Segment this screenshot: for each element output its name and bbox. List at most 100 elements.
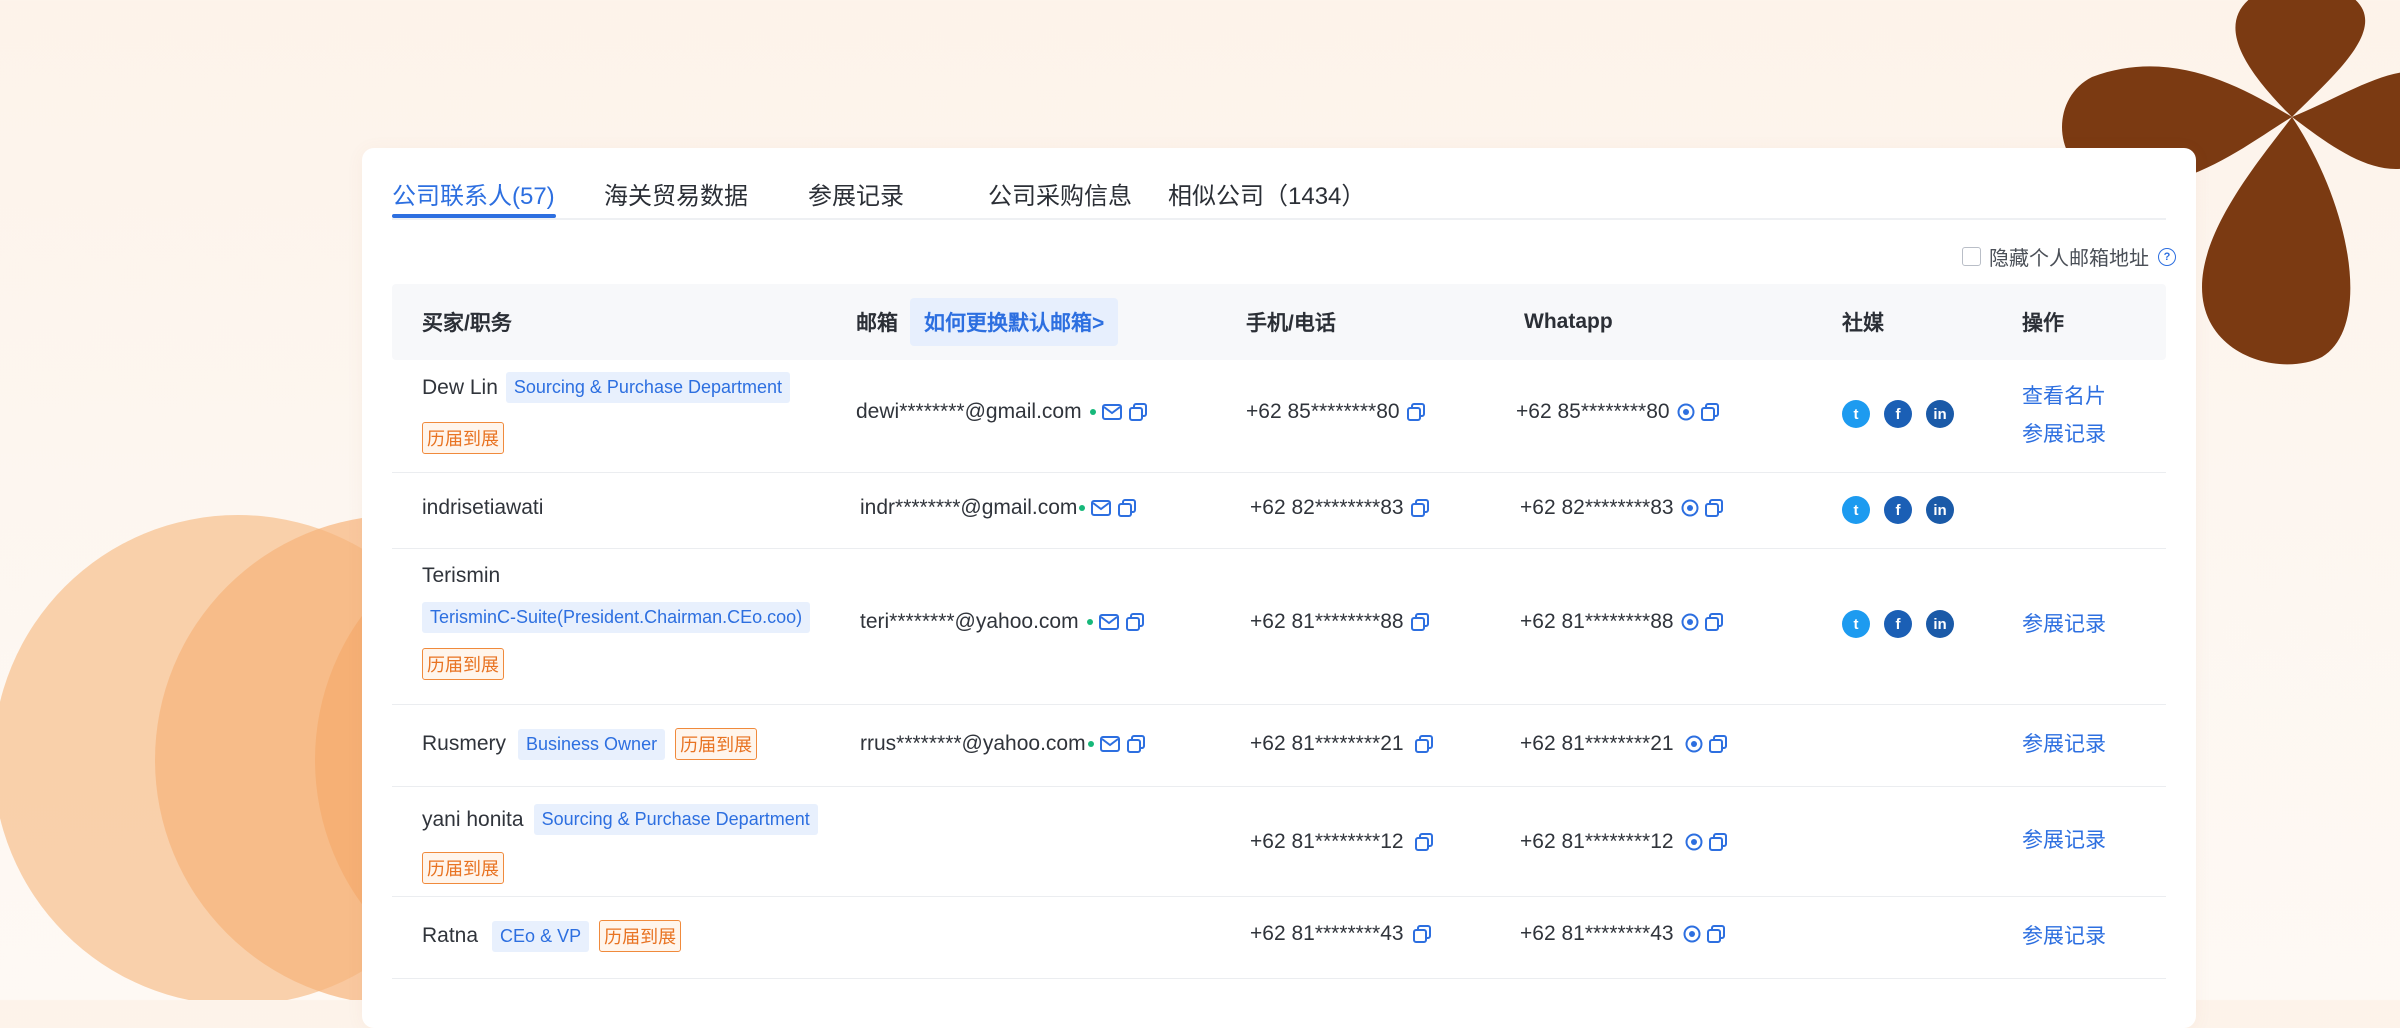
exhibition-records-link[interactable]: 参展记录 [2022,822,2106,860]
header-social: 社媒 [1842,312,1884,335]
verified-dot [1087,741,1094,747]
copy-icon[interactable] [1410,612,1430,632]
table-row: Terismin TerisminC-Suite(President.Chair… [392,548,2166,705]
twitter-icon[interactable]: t [1842,610,1870,638]
linkedin-icon[interactable]: in [1926,400,1954,428]
email-cell: indr********@gmail.com [860,496,1137,520]
copy-icon[interactable] [1708,734,1728,754]
tab-similar-companies[interactable]: 相似公司（1434） [1168,176,1365,211]
copy-icon[interactable] [1412,924,1432,944]
exhibition-records-link[interactable]: 参展记录 [2022,416,2106,454]
mail-icon[interactable] [1091,498,1112,518]
whatsapp-icon[interactable] [1684,734,1704,754]
whatsapp-icon[interactable] [1682,924,1702,944]
copy-icon[interactable] [1414,832,1434,852]
header-phone: 手机/电话 [1246,312,1336,335]
tab-customs-trade-data[interactable]: 海关贸易数据 [604,176,748,211]
social-cell: t f in [1842,400,1968,428]
email-address: teri********@yahoo.com [860,610,1079,633]
mail-icon[interactable] [1101,402,1122,422]
whatsapp-number: +62 81********12 [1520,830,1674,853]
action-cell: 查看名片 参展记录 [2022,378,2106,454]
tab-bar: 公司联系人(57) 海关贸易数据 参展记录 公司采购信息 相似公司（1434） [392,172,2166,220]
tab-company-procurement-info[interactable]: 公司采购信息 [988,176,1132,211]
phone-cell: +62 81********43 [1250,922,1432,946]
past-exhibitor-badge: 历届到展 [422,422,504,454]
header-action: 操作 [2022,312,2064,335]
tab-company-contacts[interactable]: 公司联系人(57) [392,176,555,211]
whatsapp-icon[interactable] [1680,612,1700,632]
role-tag: Sourcing & Purchase Department [505,372,791,403]
header-whatsapp: Whatapp [1524,310,1613,333]
copy-icon[interactable] [1406,402,1426,422]
copy-icon[interactable] [1126,734,1146,754]
header-email: 邮箱 如何更换默认邮箱> [856,284,1119,360]
copy-icon[interactable] [1706,924,1726,944]
copy-icon[interactable] [1704,612,1724,632]
verified-dot [1086,619,1093,625]
table-row: indrisetiawati indr********@gmail.com +6… [392,472,2166,549]
action-cell: 参展记录 [2022,726,2106,764]
facebook-icon[interactable]: f [1884,400,1912,428]
linkedin-icon[interactable]: in [1926,496,1954,524]
phone-cell: +62 85********80 [1246,400,1426,424]
whatsapp-icon[interactable] [1680,498,1700,518]
phone-number: +62 81********12 [1250,830,1404,853]
view-card-link[interactable]: 查看名片 [2022,378,2106,416]
table-row: Rusmery Business Owner 历届到展 rrus********… [392,704,2166,787]
change-default-email-help-link[interactable]: 如何更换默认邮箱> [910,298,1119,346]
contact-name: Dew Lin [422,375,498,399]
action-cell: 参展记录 [2022,822,2106,860]
role-tag: CEo & VP [492,920,590,952]
copy-icon[interactable] [1117,498,1137,518]
verified-dot [1079,505,1086,511]
help-icon[interactable]: ? [2158,247,2176,266]
facebook-icon[interactable]: f [1884,496,1912,524]
table-header: 买家/职务 邮箱 如何更换默认邮箱> 手机/电话 Whatapp 社媒 操作 [392,284,2166,360]
exhibition-records-link[interactable]: 参展记录 [2022,726,2106,764]
contact-name: Terismin [422,564,501,587]
role-tag: Business Owner [518,728,666,760]
contact-name: indrisetiawati [422,496,544,519]
past-exhibitor-badge: 历届到展 [422,852,504,884]
hide-personal-email-checkbox[interactable] [1962,247,1981,266]
phone-cell: +62 81********21 [1250,732,1434,756]
copy-icon[interactable] [1410,498,1430,518]
phone-cell: +62 82********83 [1250,496,1430,520]
copy-icon[interactable] [1700,402,1720,422]
whatsapp-number: +62 85********80 [1516,400,1670,423]
copy-icon[interactable] [1414,734,1434,754]
phone-number: +62 82********83 [1250,496,1404,519]
company-contacts-card: 公司联系人(57) 海关贸易数据 参展记录 公司采购信息 相似公司（1434） … [362,148,2196,1028]
contact-name: Rusmery [422,732,507,755]
facebook-icon[interactable]: f [1884,610,1912,638]
phone-number: +62 85********80 [1246,400,1400,423]
twitter-icon[interactable]: t [1842,496,1870,524]
copy-icon[interactable] [1128,402,1148,422]
linkedin-icon[interactable]: in [1926,610,1954,638]
whatsapp-icon[interactable] [1676,402,1696,422]
phone-number: +62 81********21 [1250,732,1404,755]
hide-personal-email-label: 隐藏个人邮箱地址 [1989,248,2149,270]
email-address: dewi********@gmail.com [856,400,1082,423]
email-cell: teri********@yahoo.com [860,610,1145,634]
exhibition-records-link[interactable]: 参展记录 [2022,606,2106,644]
contact-name: yani honita [422,807,524,831]
social-cell: t f in [1842,496,1968,524]
copy-icon[interactable] [1708,832,1728,852]
exhibition-records-link[interactable]: 参展记录 [2022,918,2106,956]
copy-icon[interactable] [1704,498,1724,518]
phone-cell: +62 81********12 [1250,830,1434,854]
whatsapp-icon[interactable] [1684,832,1704,852]
email-cell: rrus********@yahoo.com [860,732,1146,756]
twitter-icon[interactable]: t [1842,400,1870,428]
past-exhibitor-badge: 历届到展 [599,920,682,952]
whatsapp-number: +62 81********43 [1520,922,1674,945]
mail-icon[interactable] [1099,734,1120,754]
tab-exhibition-records[interactable]: 参展记录 [808,176,904,211]
mail-icon[interactable] [1098,612,1119,632]
email-cell: dewi********@gmail.com [856,400,1148,424]
header-email-label: 邮箱 [856,312,898,335]
phone-number: +62 81********88 [1250,610,1404,633]
copy-icon[interactable] [1125,612,1145,632]
